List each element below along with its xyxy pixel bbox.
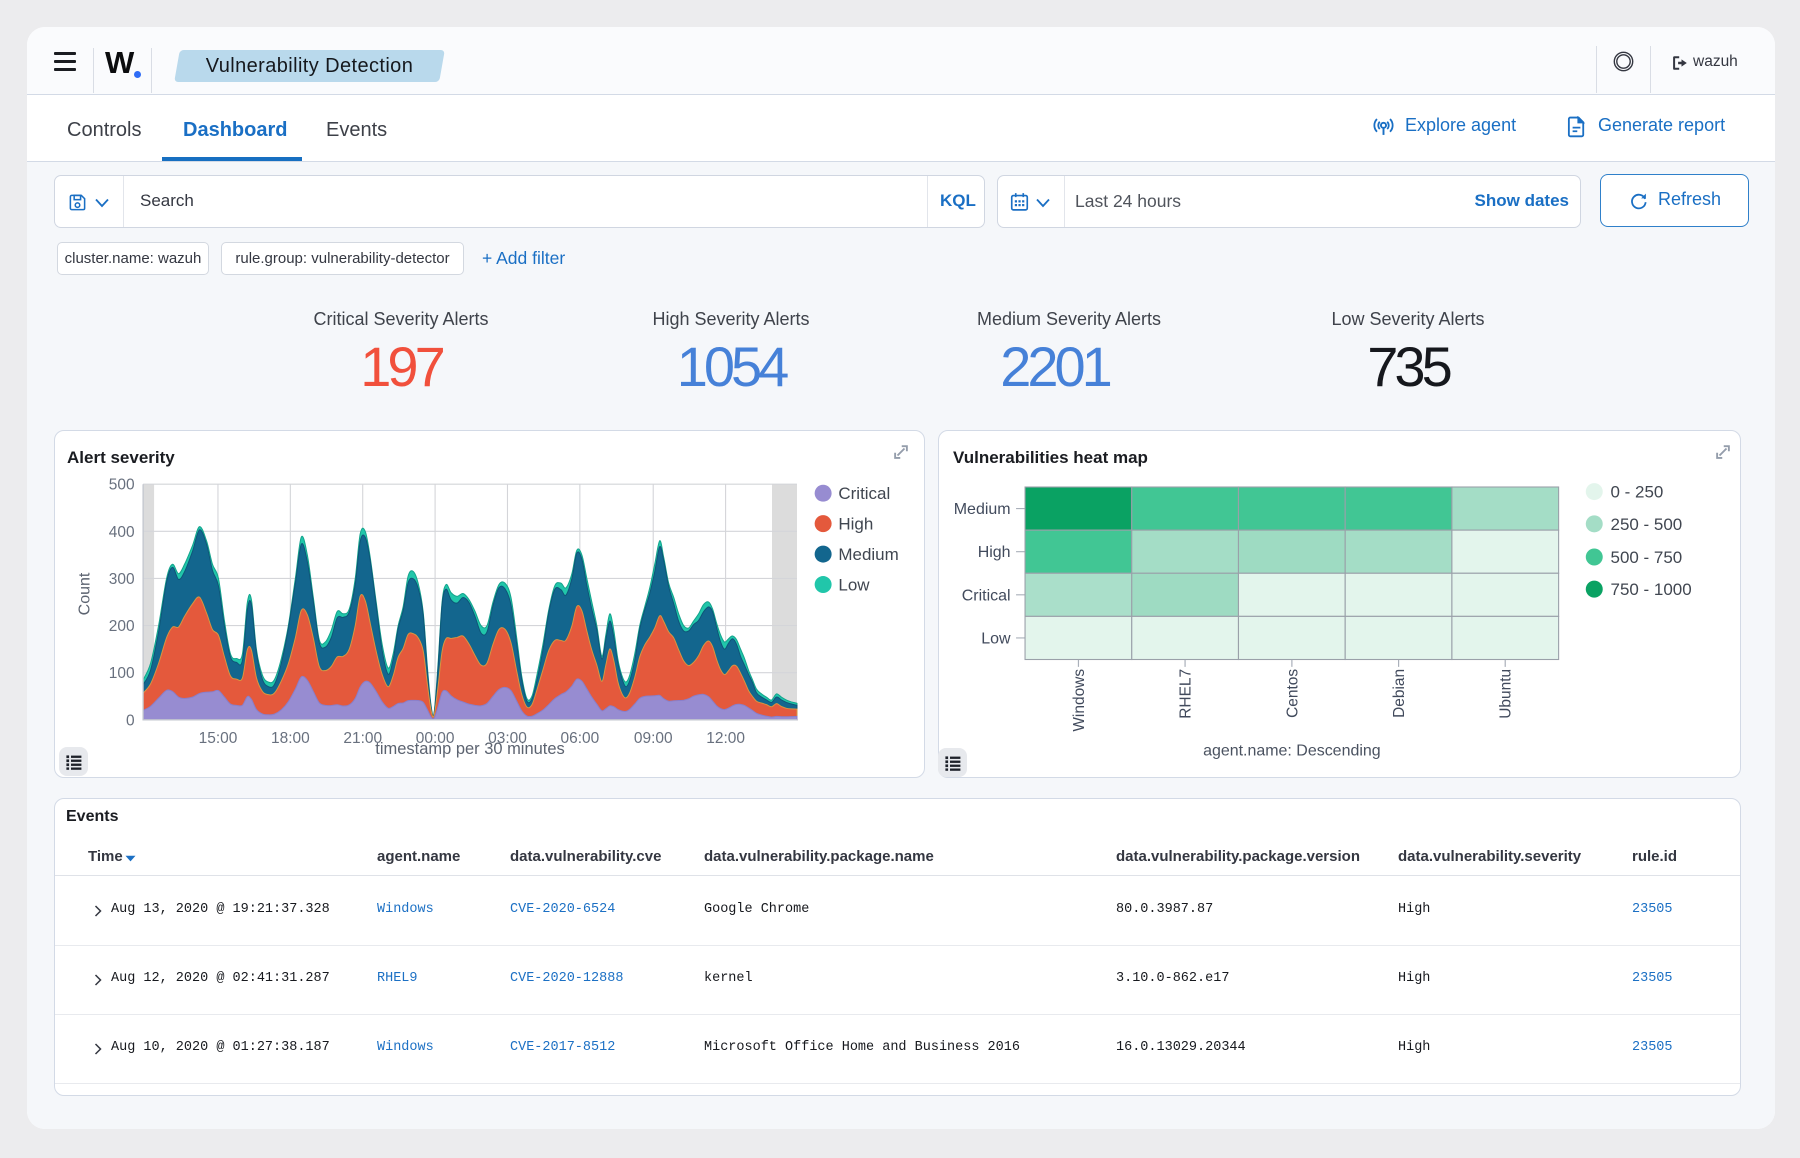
svg-text:400: 400 [109, 524, 135, 541]
svg-text:0 - 250: 0 - 250 [1611, 483, 1664, 502]
svg-text:High: High [838, 515, 873, 534]
svg-text:timestamp per 30 minutes: timestamp per 30 minutes [375, 740, 564, 758]
svg-text:RHEL7: RHEL7 [1178, 669, 1195, 719]
svg-text:06:00: 06:00 [560, 730, 599, 747]
svg-text:18:00: 18:00 [271, 730, 310, 747]
svg-text:Windows: Windows [1071, 669, 1088, 732]
svg-text:Critical: Critical [962, 587, 1011, 604]
svg-text:Medium: Medium [954, 501, 1011, 518]
svg-text:Low: Low [838, 576, 870, 595]
svg-text:Centos: Centos [1284, 669, 1301, 718]
svg-text:300: 300 [109, 571, 135, 588]
svg-text:Debian: Debian [1391, 669, 1408, 718]
svg-text:0: 0 [126, 712, 135, 729]
svg-text:Count: Count [77, 572, 94, 615]
svg-text:Low: Low [981, 630, 1011, 647]
svg-text:500 - 750: 500 - 750 [1611, 548, 1683, 567]
svg-text:12:00: 12:00 [706, 730, 745, 747]
svg-text:200: 200 [109, 618, 135, 635]
svg-text:Ubuntu: Ubuntu [1498, 669, 1515, 719]
svg-text:500: 500 [109, 477, 135, 494]
svg-text:750 - 1000: 750 - 1000 [1611, 580, 1692, 599]
svg-text:250 - 500: 250 - 500 [1611, 515, 1683, 534]
svg-text:Medium: Medium [838, 545, 898, 564]
svg-text:agent.name: Descending: agent.name: Descending [1203, 743, 1381, 760]
svg-text:15:00: 15:00 [199, 730, 238, 747]
svg-text:High: High [978, 544, 1011, 561]
svg-text:09:00: 09:00 [634, 730, 673, 747]
svg-text:100: 100 [109, 665, 135, 682]
svg-text:Critical: Critical [838, 484, 890, 503]
